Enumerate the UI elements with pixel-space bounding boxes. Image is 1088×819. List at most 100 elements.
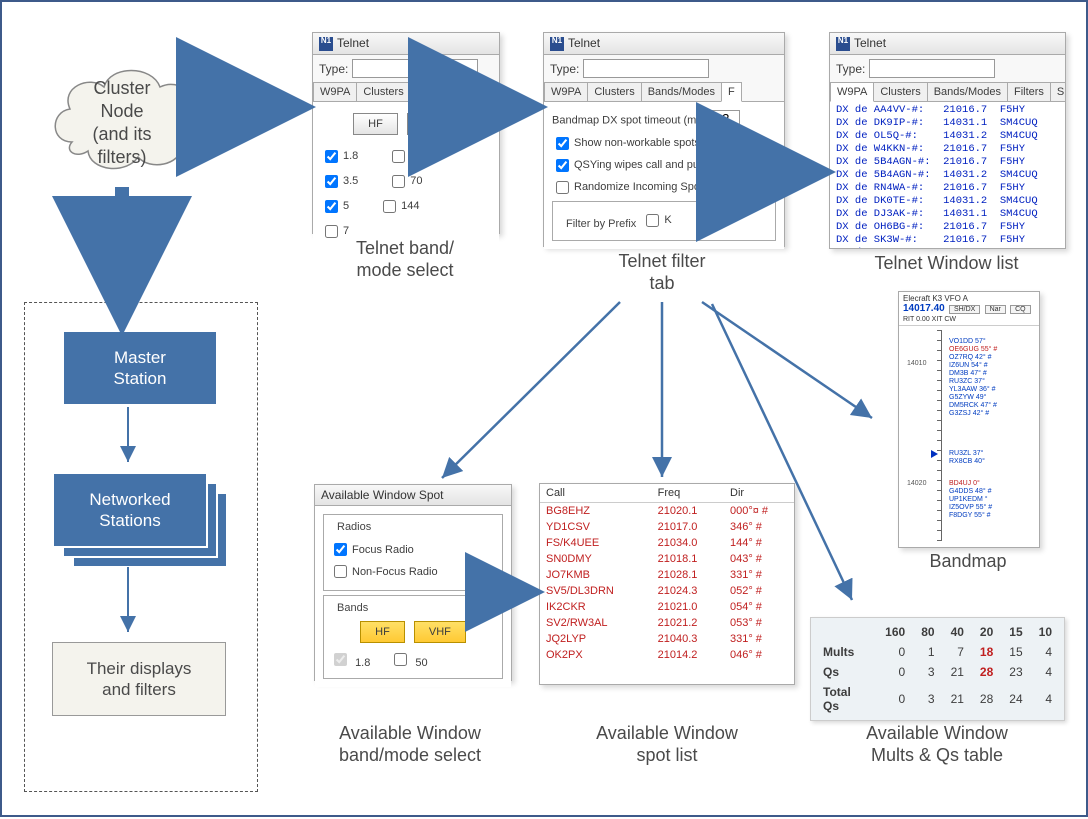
- bandmap-call[interactable]: G3ZSJ 42° #: [949, 410, 989, 417]
- mults-qs-panel: 1608040201510Mults01718154Qs032128234Tot…: [810, 617, 1065, 721]
- hf-button[interactable]: HF: [360, 621, 405, 643]
- spot-row[interactable]: IK2CKR21021.0054° #: [540, 599, 794, 615]
- spot-row[interactable]: YD1CSV21017.0346° #: [540, 519, 794, 535]
- type-row: Type:: [830, 55, 1065, 82]
- bandmap-call[interactable]: DM3B 47° #: [949, 370, 987, 377]
- type-label: Type:: [836, 62, 865, 76]
- tab-bands-modes[interactable]: Bands/Modes: [927, 82, 1008, 101]
- cb-nonworkable[interactable]: Show non-workable spots: [552, 134, 776, 153]
- cb-randomize[interactable]: Randomize Incoming Spot Freq: [552, 178, 776, 197]
- tab-filters[interactable]: F: [721, 82, 742, 102]
- bandmap-call[interactable]: YL3AAW 36° #: [949, 386, 996, 393]
- col-call[interactable]: Call: [540, 484, 652, 503]
- filter-prefix-fieldset: Filter by Prefix K NA: [552, 201, 776, 241]
- bandmap-call[interactable]: RU3ZC 37°: [949, 378, 985, 385]
- bandmap-call[interactable]: G4DDS 48° #: [949, 488, 992, 495]
- bandmap-scale[interactable]: 14010 14020 VO1DD 57°OE6GUG 55° #OZ7RQ 4…: [907, 330, 1031, 540]
- tab-clusters[interactable]: Clusters: [356, 82, 410, 101]
- cb-band-5[interactable]: 5: [321, 197, 349, 216]
- band-checkrow: 1.8 50: [330, 650, 496, 669]
- bandmap-call[interactable]: RU3ZL 37°: [949, 450, 983, 457]
- radios-legend: Radios: [334, 521, 374, 533]
- type-input[interactable]: [352, 59, 478, 78]
- panel-titlebar: N1 Telnet: [830, 33, 1065, 55]
- caption-telnet-band: Telnet band/ mode select: [312, 237, 498, 281]
- tab-row: W9PA Clusters Bands/Modes F: [544, 82, 784, 102]
- caption-avail-spot: Available Window spot list: [552, 722, 782, 766]
- cb-band-70[interactable]: 70: [388, 172, 422, 191]
- bands-fieldset: Bands HF VHF 1.8 50: [323, 595, 503, 679]
- col-dir[interactable]: Dir: [724, 484, 794, 503]
- tab-clusters[interactable]: Clusters: [587, 82, 641, 101]
- shdx-button[interactable]: SH/DX: [949, 305, 980, 314]
- type-input[interactable]: [869, 59, 995, 78]
- bandmap-call[interactable]: DM5RCK 47° #: [949, 402, 997, 409]
- cb-qsying[interactable]: QSYing wipes call and puts it in: [552, 156, 776, 175]
- tab-w9pa[interactable]: W9PA: [313, 82, 357, 101]
- vhf-button[interactable]: VHF: [414, 621, 466, 643]
- dx-spot-list[interactable]: DX de AA4VV-#: 21016.7 F5HY DX de DK9IP-…: [830, 102, 1065, 249]
- bandmap-call[interactable]: OE6GUG 55° #: [949, 346, 997, 353]
- vhf-button[interactable]: VHF: [407, 113, 459, 135]
- bandmap-call[interactable]: UP1KEDM °: [949, 496, 988, 503]
- bandmap-call[interactable]: IZ5OVP 55° #: [949, 504, 992, 511]
- spot-row[interactable]: FS/K4UEE21034.0144° #: [540, 535, 794, 551]
- spot-row[interactable]: JO7KMB21028.1331° #: [540, 567, 794, 583]
- timeout-input[interactable]: [712, 110, 740, 128]
- cb-na[interactable]: NA: [695, 211, 732, 230]
- tab-spot-c[interactable]: Spot C: [1050, 82, 1066, 101]
- bandmap-panel: Elecraft K3 VFO A 14017.40 SH/DX Nar CQ …: [898, 291, 1040, 548]
- caption-bandmap: Bandmap: [898, 550, 1038, 572]
- timeout-label: Bandmap DX spot timeout (min): [552, 114, 709, 126]
- caption-avail-band: Available Window band/mode select: [300, 722, 520, 766]
- bandmap-call[interactable]: VO1DD 57°: [949, 338, 986, 345]
- spot-row[interactable]: SV2/RW3AL21021.2053° #: [540, 615, 794, 631]
- master-station-box: Master Station: [64, 332, 216, 404]
- cq-button[interactable]: CQ: [1010, 305, 1031, 314]
- panel-title: Telnet: [854, 36, 886, 50]
- spot-row[interactable]: JQ2LYP21040.3331° #: [540, 631, 794, 647]
- cb-band-144[interactable]: 144: [379, 197, 419, 216]
- bandmap-call[interactable]: RX8CB 40°: [949, 458, 985, 465]
- radios-fieldset: Radios Focus Radio Non-Focus Radio: [323, 514, 503, 591]
- cb-band-1.8[interactable]: 1.8: [321, 147, 358, 166]
- type-label: Type:: [550, 62, 579, 76]
- cb-focus-radio[interactable]: Focus Radio: [330, 540, 496, 559]
- nar-button[interactable]: Nar: [985, 305, 1006, 314]
- col-freq[interactable]: Freq: [652, 484, 724, 503]
- tab-w9pa[interactable]: W9PA: [830, 82, 874, 102]
- spot-row[interactable]: BG8EHZ21020.1000°¤ #: [540, 503, 794, 520]
- hf-button[interactable]: HF: [353, 113, 398, 135]
- panel-title: Telnet: [568, 36, 600, 50]
- spot-table[interactable]: Call Freq Dir BG8EHZ21020.1000°¤ #YD1CSV…: [540, 484, 794, 663]
- cluster-node-cloud: Cluster Node (and its filters): [42, 47, 202, 187]
- cb-1-8[interactable]: 1.8: [330, 650, 370, 669]
- tab-bands-modes[interactable]: Bands/M: [410, 82, 467, 102]
- spot-row[interactable]: SN0DMY21018.1043° #: [540, 551, 794, 567]
- caption-telnet-list: Telnet Window list: [829, 252, 1064, 274]
- available-spot-list-panel: Call Freq Dir BG8EHZ21020.1000°¤ #YD1CSV…: [539, 483, 795, 685]
- spot-row[interactable]: SV5/DL3DRN21024.3052° #: [540, 583, 794, 599]
- bandmap-sub: RIT 0.00 XIT CW: [903, 316, 1035, 323]
- app-logo-icon: N1: [836, 37, 850, 51]
- bandmap-call[interactable]: IZ6UN 54° #: [949, 362, 988, 369]
- cb-nonfocus-radio[interactable]: Non-Focus Radio: [330, 562, 496, 581]
- tab-w9pa[interactable]: W9PA: [544, 82, 588, 101]
- tab-bands-modes[interactable]: Bands/Modes: [641, 82, 722, 101]
- bandmap-call[interactable]: BD4UJ 0°: [949, 480, 980, 487]
- cb-band-3.5[interactable]: 3.5: [321, 172, 358, 191]
- panel-titlebar: N1Telnet: [313, 33, 499, 55]
- diagram-canvas: Cluster Node (and its filters) Master St…: [0, 0, 1088, 817]
- bandmap-call[interactable]: G5ZYW 49°: [949, 394, 986, 401]
- type-label: Type:: [319, 62, 348, 76]
- bandmap-call[interactable]: OZ7RQ 42° #: [949, 354, 991, 361]
- type-input[interactable]: [583, 59, 709, 78]
- bandmap-call[interactable]: F8DGY 55° #: [949, 512, 991, 519]
- mults-table: 1608040201510Mults01718154Qs032128234Tot…: [815, 622, 1060, 716]
- cb-50[interactable]: 50: [390, 650, 427, 669]
- spot-row[interactable]: OK2PX21014.2046° #: [540, 647, 794, 663]
- tab-clusters[interactable]: Clusters: [873, 82, 927, 101]
- cb-band-50[interactable]: 50: [388, 147, 422, 166]
- cb-k[interactable]: K: [642, 211, 671, 230]
- tab-filters[interactable]: Filters: [1007, 82, 1051, 101]
